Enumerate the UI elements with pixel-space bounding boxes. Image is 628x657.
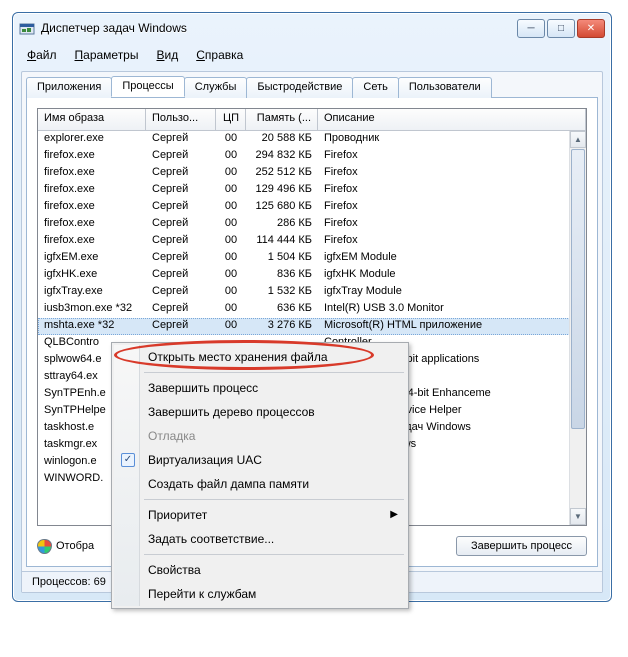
table-row[interactable]: firefox.exeСергей00129 496 КБFirefox	[38, 182, 586, 199]
minimize-button[interactable]: ─	[517, 19, 545, 38]
col-user[interactable]: Пользо...	[146, 109, 216, 130]
scroll-up-icon[interactable]: ▲	[570, 131, 586, 148]
ctx-debug: Отладка	[114, 424, 406, 448]
tab-applications[interactable]: Приложения	[26, 77, 112, 98]
col-description[interactable]: Описание	[318, 109, 586, 130]
menu-file[interactable]: Файл	[19, 46, 65, 64]
table-row[interactable]: firefox.exeСергей00294 832 КБFirefox	[38, 148, 586, 165]
submenu-arrow-icon: ▶	[390, 509, 398, 520]
scroll-thumb[interactable]	[571, 149, 585, 429]
show-all-label: Отобра	[56, 540, 94, 552]
table-row[interactable]: mshta.exe *32Сергей003 276 КБMicrosoft(R…	[38, 318, 586, 335]
close-button[interactable]: ✕	[577, 19, 605, 38]
table-row[interactable]: igfxEM.exeСергей001 504 КБigfxEM Module	[38, 250, 586, 267]
col-image-name[interactable]: Имя образа	[38, 109, 146, 130]
ctx-goto-services[interactable]: Перейти к службам	[114, 582, 406, 606]
ctx-end-process[interactable]: Завершить процесс	[114, 376, 406, 400]
table-row[interactable]: explorer.exeСергей0020 588 КБПроводник	[38, 131, 586, 148]
ctx-uac-label: Виртуализация UAC	[148, 453, 262, 467]
tab-performance[interactable]: Быстродействие	[246, 77, 353, 98]
col-cpu[interactable]: ЦП	[216, 109, 246, 130]
table-row[interactable]: igfxHK.exeСергей00836 КБigfxHK Module	[38, 267, 586, 284]
tab-processes[interactable]: Процессы	[111, 76, 184, 97]
tab-services[interactable]: Службы	[184, 77, 248, 98]
window-title: Диспетчер задач Windows	[41, 21, 517, 35]
col-memory[interactable]: Память (...	[246, 109, 318, 130]
end-process-button[interactable]: Завершить процесс	[456, 536, 587, 556]
ctx-open-file-location[interactable]: Открыть место хранения файла	[114, 345, 406, 369]
context-menu: Открыть место хранения файла Завершить п…	[111, 342, 409, 609]
menu-view[interactable]: Вид	[148, 46, 186, 64]
menu-help[interactable]: Справка	[188, 46, 251, 64]
ctx-create-dump[interactable]: Создать файл дампа памяти	[114, 472, 406, 496]
ctx-priority-label: Приоритет	[148, 508, 207, 522]
table-row[interactable]: iusb3mon.exe *32Сергей00636 КБIntel(R) U…	[38, 301, 586, 318]
tab-networking[interactable]: Сеть	[352, 77, 398, 98]
table-row[interactable]: firefox.exeСергей00114 444 КБFirefox	[38, 233, 586, 250]
table-row[interactable]: firefox.exeСергей00286 КБFirefox	[38, 216, 586, 233]
menu-options[interactable]: Параметры	[67, 46, 147, 64]
ctx-properties[interactable]: Свойства	[114, 558, 406, 582]
check-icon: ✓	[121, 453, 135, 467]
ctx-priority[interactable]: Приоритет ▶	[114, 503, 406, 527]
menubar: Файл Параметры Вид Справка	[13, 43, 611, 67]
uac-shield-icon	[37, 539, 52, 554]
status-process-count: Процессов: 69	[22, 575, 117, 589]
ctx-uac-virtualization[interactable]: ✓ Виртуализация UAC	[114, 448, 406, 472]
app-icon	[19, 20, 35, 36]
column-headers: Имя образа Пользо... ЦП Память (... Опис…	[38, 109, 586, 131]
table-row[interactable]: firefox.exeСергей00252 512 КБFirefox	[38, 165, 586, 182]
ctx-set-affinity[interactable]: Задать соответствие...	[114, 527, 406, 551]
vertical-scrollbar[interactable]: ▲ ▼	[569, 131, 586, 525]
show-all-processes-checkbox[interactable]: Отобра	[37, 539, 94, 554]
titlebar[interactable]: Диспетчер задач Windows ─ □ ✕	[13, 13, 611, 43]
table-row[interactable]: firefox.exeСергей00125 680 КБFirefox	[38, 199, 586, 216]
ctx-end-process-tree[interactable]: Завершить дерево процессов	[114, 400, 406, 424]
tab-strip: Приложения Процессы Службы Быстродействи…	[22, 72, 602, 97]
scroll-down-icon[interactable]: ▼	[570, 508, 586, 525]
table-row[interactable]: igfxTray.exeСергей001 532 КБigfxTray Mod…	[38, 284, 586, 301]
maximize-button[interactable]: □	[547, 19, 575, 38]
tab-users[interactable]: Пользователи	[398, 77, 492, 98]
